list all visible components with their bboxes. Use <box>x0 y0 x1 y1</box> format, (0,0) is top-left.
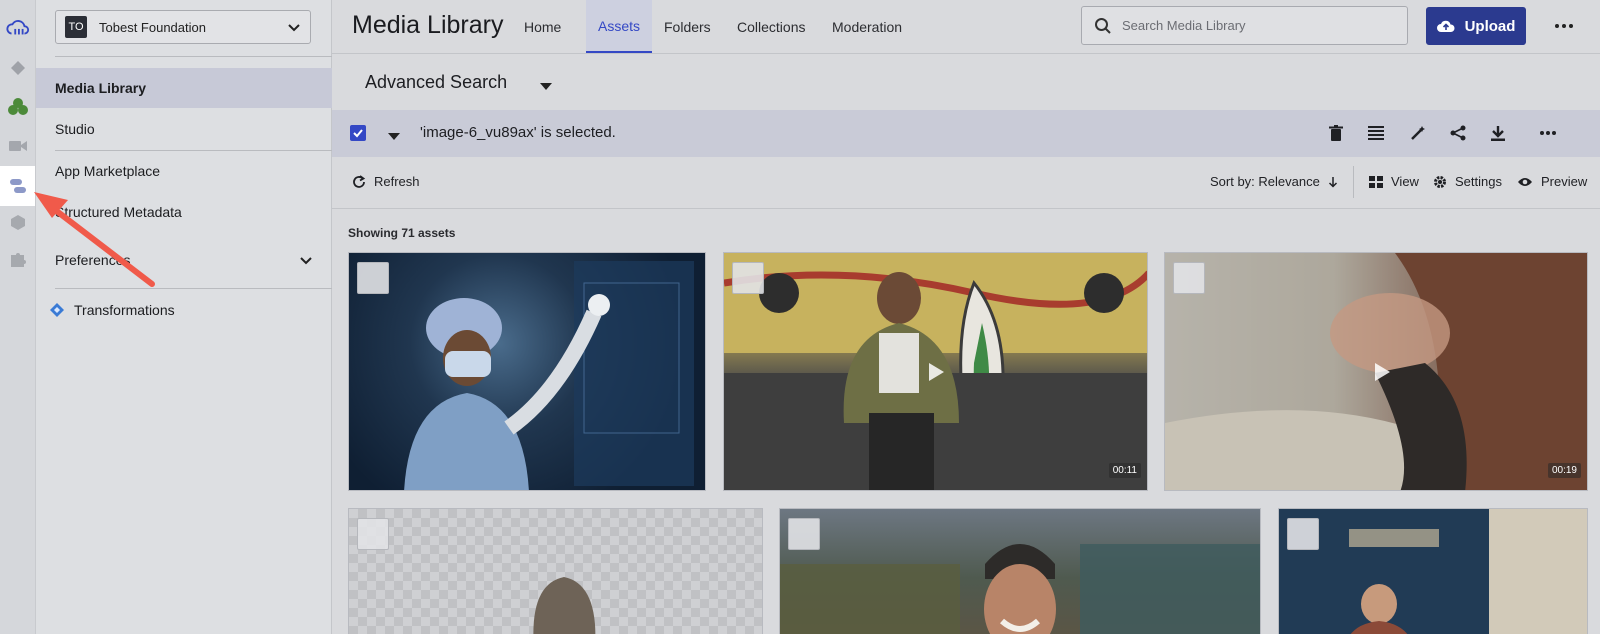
magic-wand-icon[interactable] <box>1408 123 1428 143</box>
view-label: View <box>1391 174 1419 189</box>
asset-image <box>404 261 694 490</box>
sidebar-item-label: Studio <box>55 121 95 137</box>
sort-dropdown[interactable]: Sort by: Relevance <box>1210 174 1338 189</box>
asset-checkbox[interactable] <box>357 262 389 294</box>
org-switcher[interactable]: TO Tobest Foundation <box>55 10 311 44</box>
advanced-search-toggle[interactable]: Advanced Search <box>365 72 507 93</box>
asset-checkbox[interactable] <box>1287 518 1319 550</box>
asset-count: Showing 71 assets <box>348 226 456 240</box>
asset-image <box>780 544 1260 634</box>
refresh-icon <box>352 174 366 189</box>
sidebar: TO Tobest Foundation Media Library Studi… <box>36 0 332 634</box>
search-icon <box>1094 17 1112 35</box>
asset-thumbnail[interactable] <box>779 508 1261 634</box>
asset-thumbnail[interactable] <box>348 508 763 634</box>
org-name: Tobest Foundation <box>99 19 206 35</box>
tab-moderation[interactable]: Moderation <box>820 0 914 53</box>
asset-thumbnail[interactable] <box>348 252 706 491</box>
assets-toolbar: Refresh Sort by: Relevance View Settings… <box>332 157 1600 209</box>
sort-label: Sort by: Relevance <box>1210 174 1320 189</box>
asset-thumbnail[interactable]: 00:19 <box>1164 252 1588 491</box>
play-icon <box>1375 363 1390 381</box>
grid-view-icon <box>1369 175 1383 188</box>
chevron-down-icon <box>286 19 302 40</box>
preview-button[interactable]: Preview <box>1517 174 1587 189</box>
sidebar-item-label: Transformations <box>74 302 175 318</box>
cloud-logo-icon[interactable] <box>6 16 30 40</box>
asset-thumbnail[interactable] <box>1278 508 1588 634</box>
cloud-upload-icon <box>1436 19 1455 33</box>
sidebar-item-label: Structured Metadata <box>55 204 182 220</box>
asset-checkbox[interactable] <box>357 518 389 550</box>
puzzle-icon[interactable] <box>6 248 30 272</box>
eye-icon <box>1517 176 1533 188</box>
layers-icon[interactable] <box>6 174 30 198</box>
preview-label: Preview <box>1541 174 1588 189</box>
sidebar-item-preferences[interactable]: Preferences <box>36 240 332 280</box>
chevron-down-icon <box>298 252 314 271</box>
tab-assets[interactable]: Assets <box>586 0 653 53</box>
share-icon[interactable] <box>1448 123 1468 143</box>
asset-image <box>533 577 596 634</box>
view-button[interactable]: View <box>1369 174 1419 189</box>
asset-checkbox[interactable] <box>1173 262 1205 294</box>
tab-collections[interactable]: Collections <box>725 0 817 53</box>
asset-image <box>1279 509 1587 634</box>
sidebar-item-transformations[interactable]: Transformations <box>36 290 332 330</box>
refresh-button[interactable]: Refresh <box>352 174 420 189</box>
advanced-search-bar: Advanced Search <box>332 54 1600 110</box>
video-icon[interactable] <box>6 134 30 158</box>
divider <box>55 56 332 57</box>
selection-text: 'image-6_vu89ax' is selected. <box>420 124 616 141</box>
clover-icon[interactable] <box>6 95 30 119</box>
selection-bar: 'image-6_vu89ax' is selected. <box>332 110 1600 157</box>
select-all-checkbox[interactable] <box>350 125 366 141</box>
play-icon <box>929 363 944 381</box>
sidebar-item-label: App Marketplace <box>55 163 161 179</box>
top-bar: Media Library Home Assets Folders Collec… <box>332 0 1600 54</box>
divider <box>1353 166 1354 198</box>
upload-button[interactable]: Upload <box>1426 7 1526 45</box>
asset-thumbnail[interactable]: 00:11 <box>723 252 1148 491</box>
caret-down-icon[interactable] <box>540 78 552 96</box>
tab-home[interactable]: Home <box>512 0 573 53</box>
settings-label: Settings <box>1455 174 1502 189</box>
org-badge: TO <box>65 16 87 38</box>
asset-checkbox[interactable] <box>732 262 764 294</box>
more-options-icon[interactable] <box>1554 16 1574 41</box>
sidebar-item-media-library[interactable]: Media Library <box>36 68 332 108</box>
caret-down-icon[interactable] <box>388 128 400 146</box>
tab-folders[interactable]: Folders <box>652 0 723 53</box>
video-duration: 00:19 <box>1547 463 1581 478</box>
cube-icon[interactable] <box>6 210 30 234</box>
list-icon[interactable] <box>1366 123 1386 143</box>
sidebar-item-label: Preferences <box>55 252 131 268</box>
arrow-down-icon <box>1328 176 1338 188</box>
transformations-icon <box>50 303 64 317</box>
download-icon[interactable] <box>1488 123 1508 143</box>
icon-rail <box>0 0 36 634</box>
settings-button[interactable]: Settings <box>1433 174 1502 189</box>
page-title: Media Library <box>352 11 504 39</box>
asset-checkbox[interactable] <box>788 518 820 550</box>
search-placeholder: Search Media Library <box>1122 18 1246 33</box>
search-input[interactable]: Search Media Library <box>1081 6 1408 45</box>
refresh-label: Refresh <box>374 174 420 189</box>
divider <box>55 288 332 289</box>
sidebar-item-label: Media Library <box>55 80 147 96</box>
sidebar-item-studio[interactable]: Studio <box>36 109 332 149</box>
diamond-icon[interactable] <box>6 56 30 80</box>
sidebar-item-structured-metadata[interactable]: Structured Metadata <box>36 192 332 232</box>
trash-icon[interactable] <box>1326 123 1346 143</box>
upload-label: Upload <box>1464 17 1516 35</box>
video-duration: 00:11 <box>1108 463 1141 478</box>
gear-icon <box>1433 175 1447 189</box>
more-options-icon[interactable] <box>1538 123 1558 143</box>
sidebar-item-app-marketplace[interactable]: App Marketplace <box>36 151 332 191</box>
